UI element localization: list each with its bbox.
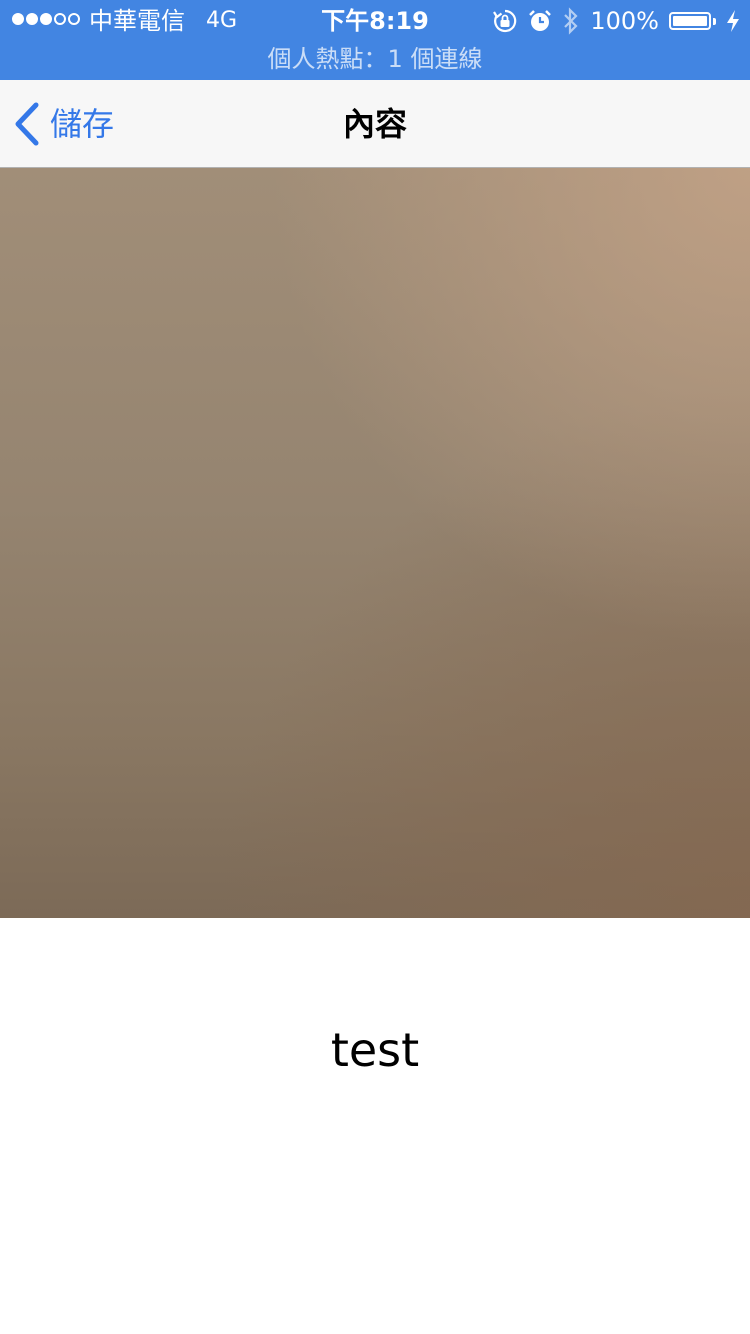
content-photo <box>0 168 750 918</box>
status-bar: 中華電信 4G 下午8:19 100% 個人熱點：1 個連線 <box>0 0 750 80</box>
bluetooth-icon <box>562 7 580 35</box>
hotspot-banner[interactable]: 個人熱點：1 個連線 <box>0 40 750 78</box>
status-row: 中華電信 4G 下午8:19 100% <box>0 0 750 42</box>
back-button-label: 儲存 <box>50 105 115 143</box>
chevron-left-icon <box>14 102 50 146</box>
battery-icon <box>669 12 711 30</box>
back-save-button[interactable]: 儲存 <box>14 80 114 168</box>
rotation-lock-icon <box>492 8 518 34</box>
charging-bolt-icon <box>726 9 740 33</box>
battery-percentage: 100% <box>590 7 659 35</box>
alarm-icon <box>528 9 552 33</box>
content-caption: test <box>330 1023 420 1077</box>
status-icons: 100% <box>492 7 740 35</box>
battery-cap <box>713 17 716 25</box>
navigation-bar: 儲存 內容 <box>0 80 750 168</box>
